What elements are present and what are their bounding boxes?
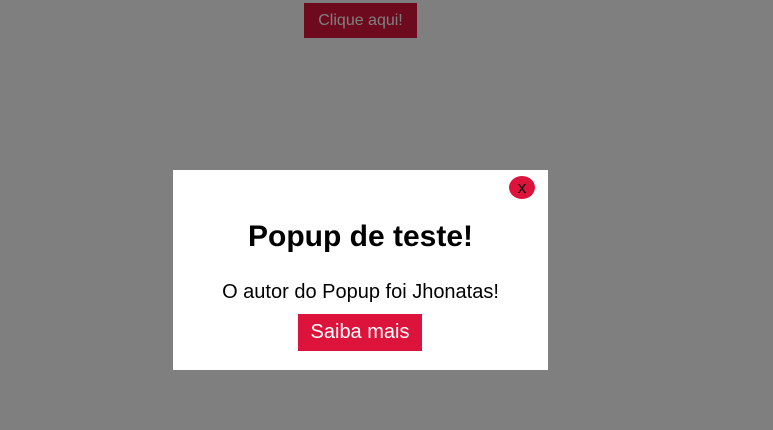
learn-more-button[interactable]: Saiba mais [298,314,422,351]
popup-text: O autor do Popup foi Jhonatas! [222,281,499,303]
popup-dialog: x Popup de teste! O autor do Popup foi J… [173,170,548,370]
popup-title: Popup de teste! [247,220,473,253]
page: Clique aqui! x Popup de teste! O autor d… [0,0,773,430]
close-popup-button[interactable]: x [509,176,535,199]
